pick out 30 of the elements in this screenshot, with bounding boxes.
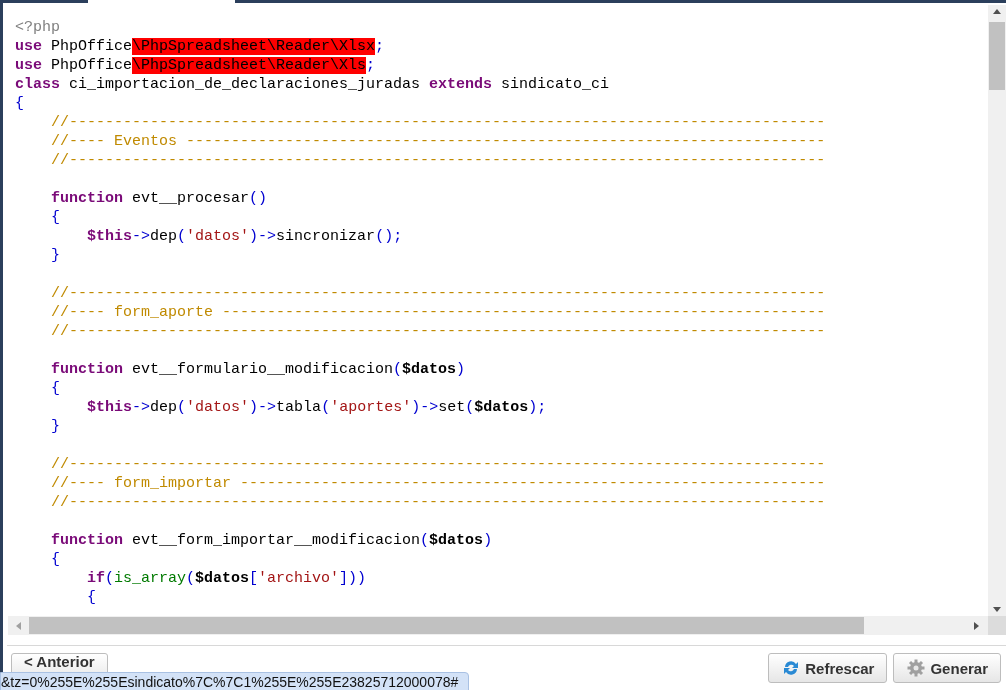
code-line: function evt__form_importar__modificacion($datos)	[50, 531, 493, 550]
refresh-button[interactable]: Refrescar	[768, 653, 888, 683]
code-line: //---- form_aporte -------------------------------------------------------------------	[50, 303, 826, 322]
code-line: }	[50, 246, 60, 265]
code-line: //------------------------------------------------------------------------------------	[50, 455, 826, 474]
code-line: {	[86, 588, 96, 607]
vertical-scrollbar[interactable]	[988, 5, 1006, 616]
code-line: {	[50, 550, 60, 569]
generate-button[interactable]: Generar	[893, 653, 1001, 683]
code-line: //------------------------------------------------------------------------------------	[50, 322, 826, 341]
code-line: $this->dep('datos')->tabla('aportes')->set($datos);	[86, 398, 547, 417]
code-line: //---- form_importar -----------------------------------------------------------------	[50, 474, 826, 493]
code-line: class ci_importacion_de_declaraciones_juradas extends sindicato_ci	[15, 75, 610, 94]
code-line: $this->dep('datos')->sincronizar();	[86, 227, 403, 246]
code-line: <?php	[15, 18, 60, 37]
gear-icon	[906, 658, 927, 678]
code-line: //------------------------------------------------------------------------------------	[50, 493, 826, 512]
code-line: //------------------------------------------------------------------------------------	[50, 151, 826, 170]
code-line: //------------------------------------------------------------------------------------	[50, 284, 826, 303]
code-line: function evt__procesar()	[50, 189, 268, 208]
code-line: function evt__formulario__modificacion($datos)	[50, 360, 466, 379]
code-line: {	[50, 379, 60, 398]
code-line: //------------------------------------------------------------------------------------	[50, 113, 826, 132]
code-line: }	[50, 417, 60, 436]
horizontal-scrollbar[interactable]	[8, 616, 1006, 635]
code-line: //---- Eventos -----------------------------------------------------------------------	[50, 132, 826, 151]
status-url-tooltip: &tz=0%255E%255Esindicato%7C%7C1%255E%255E23825712000078#	[0, 672, 470, 690]
code-line: if(is_array($datos['archivo']))	[86, 569, 367, 588]
code-line: {	[50, 208, 60, 227]
code-line: {	[15, 94, 24, 113]
